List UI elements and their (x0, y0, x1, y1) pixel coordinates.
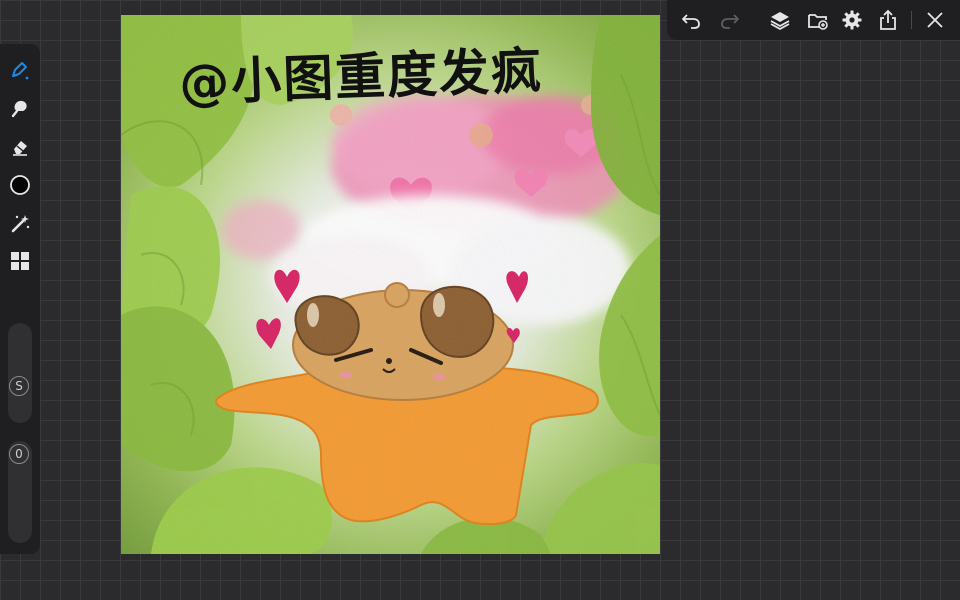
settings-icon[interactable] (838, 6, 866, 34)
layers-icon[interactable] (766, 6, 794, 34)
redo-icon[interactable] (716, 6, 744, 34)
eraser-tool-icon[interactable] (6, 133, 34, 161)
drawing-canvas[interactable]: @小图重度发疯 (121, 15, 660, 554)
smudge-tool-icon[interactable] (6, 94, 34, 122)
pen-tool-icon[interactable] (6, 56, 34, 84)
close-icon[interactable] (921, 6, 949, 34)
share-icon[interactable] (874, 6, 902, 34)
undo-icon[interactable] (677, 6, 705, 34)
opacity-slider-knob[interactable]: 0 (9, 444, 29, 464)
size-slider-knob[interactable]: S (9, 376, 29, 396)
gallery-grid-icon[interactable] (6, 247, 34, 275)
left-toolbar: S 0 (0, 44, 40, 554)
toolbar-divider (911, 11, 912, 29)
top-toolbar (667, 0, 960, 40)
magic-wand-icon[interactable] (6, 209, 34, 237)
color-picker-icon[interactable] (6, 171, 34, 199)
handwritten-title: @小图重度发疯 (178, 41, 545, 113)
opacity-slider[interactable]: 0 (8, 441, 32, 543)
import-icon[interactable] (804, 6, 832, 34)
brush-size-slider[interactable]: S (8, 323, 32, 423)
